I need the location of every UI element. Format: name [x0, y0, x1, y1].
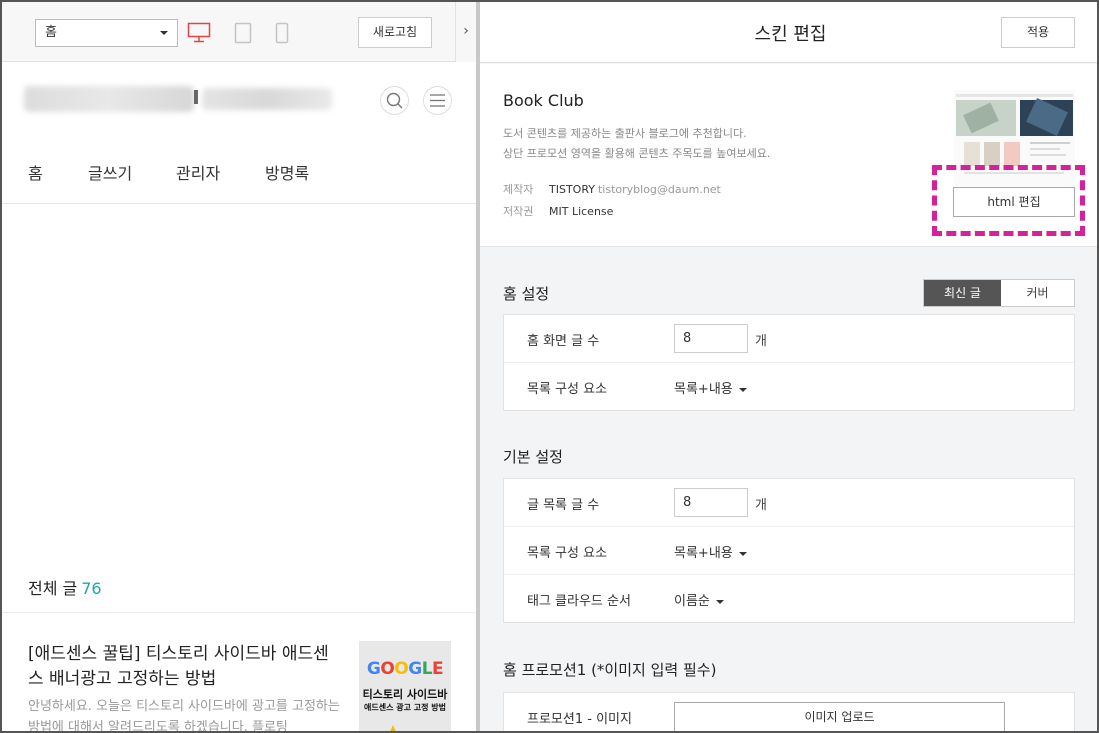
menu-button[interactable] [423, 86, 452, 115]
divider [2, 612, 476, 613]
desktop-icon[interactable] [187, 22, 211, 48]
search-icon [386, 92, 403, 109]
thumbnail-line2: 애드센스 광고 고정 방법 [364, 703, 446, 712]
skin-license: 저작권 MIT License [503, 203, 613, 219]
skin-name: Book Club [503, 91, 584, 110]
page-select[interactable]: 홈 [35, 19, 178, 47]
blurred-blog-title-mark [194, 90, 198, 104]
list-layout-dropdown[interactable]: 목록+내용 [674, 542, 747, 561]
chevron-down-icon [160, 31, 168, 35]
home-post-count-input[interactable]: 8 [674, 324, 748, 353]
tag-cloud-order-dropdown[interactable]: 이름순 [674, 590, 724, 609]
skin-maker-name: TISTORY [549, 183, 595, 196]
nav-home[interactable]: 홈 [28, 160, 43, 184]
caret-down-icon [738, 551, 747, 556]
apply-button[interactable]: 적용 [1001, 17, 1075, 48]
home-post-count-row: 홈 화면 글 수 8 개 [504, 315, 1074, 363]
skin-description: 도서 콘텐츠를 제공하는 출판사 블로그에 추천합니다. 상단 프로모션 영역을… [503, 124, 770, 164]
tag-cloud-order-row: 태그 클라우드 순서 이름순 [504, 575, 1074, 623]
image-upload-button[interactable]: 이미지 업로드 [674, 702, 1005, 731]
list-post-count-unit: 개 [755, 498, 767, 513]
blog-nav: 홈 글쓰기 관리자 방명록 [2, 152, 476, 204]
collapse-pane-button[interactable]: › [455, 2, 476, 62]
promotion1-image-row: 프로모션1 - 이미지 이미지 업로드 [504, 693, 1074, 731]
tag-cloud-order-label: 태그 클라우드 순서 [527, 594, 631, 609]
nav-admin[interactable]: 관리자 [176, 160, 220, 184]
home-settings-title: 홈 설정 [503, 285, 550, 303]
home-list-layout-label: 목록 구성 요소 [527, 382, 608, 397]
home-list-layout-value: 목록+내용 [674, 382, 733, 397]
post-title[interactable]: [애드센스 꿀팁] 티스토리 사이드바 애드센스 배너광고 고정하는 방법 [28, 642, 340, 692]
editor-header: 스킨 편집 적용 [480, 2, 1097, 63]
caret-down-icon [715, 599, 724, 604]
list-post-count-input[interactable]: 8 [674, 488, 748, 517]
home-post-count-label: 홈 화면 글 수 [527, 334, 600, 349]
list-post-count-label: 글 목록 글 수 [527, 498, 600, 513]
blurred-blog-title [24, 86, 194, 112]
skin-desc-line1: 도서 콘텐츠를 제공하는 출판사 블로그에 추천합니다. [503, 127, 747, 140]
thumbnail-shape [387, 725, 399, 731]
home-list-layout-dropdown[interactable]: 목록+내용 [674, 378, 747, 397]
blurred-blog-subtitle [202, 88, 332, 110]
basic-settings-title: 기본 설정 [503, 448, 563, 466]
skin-maker-email: tistoryblog@daum.net [597, 183, 721, 196]
skin-maker-key: 제작자 [503, 183, 534, 196]
caret-down-icon [738, 387, 747, 392]
hamburger-menu-icon [430, 94, 445, 107]
skin-license-value: MIT License [549, 205, 614, 218]
page-select-value: 홈 [45, 25, 57, 40]
post-total: 전체 글 76 [28, 575, 102, 599]
list-layout-label: 목록 구성 요소 [527, 546, 608, 561]
list-post-count-row: 글 목록 글 수 8 개 [504, 479, 1074, 527]
home-post-count-unit: 개 [755, 334, 767, 349]
thumbnail-brand-text: GOOGLE [366, 659, 444, 679]
list-layout-row: 목록 구성 요소 목록+내용 [504, 527, 1074, 575]
skin-info: Book Club 도서 콘텐츠를 제공하는 출판사 블로그에 추천합니다. 상… [480, 64, 1097, 247]
refresh-button[interactable]: 새로고침 [358, 17, 432, 48]
home-mode-tabs: 최신 글 커버 [923, 279, 1075, 307]
tablet-icon[interactable] [234, 22, 252, 48]
home-list-layout-row: 목록 구성 요소 목록+내용 [504, 363, 1074, 411]
post-total-label: 전체 글 [28, 579, 78, 598]
promotion1-image-label: 프로모션1 - 이미지 [527, 712, 632, 727]
tab-cover[interactable]: 커버 [1001, 280, 1074, 306]
post-total-count: 76 [81, 579, 102, 598]
skin-editor-pane: 스킨 편집 적용 Book Club 도서 콘텐츠를 제공하는 출판사 블로그에… [480, 2, 1097, 731]
highlight-box [932, 165, 1085, 236]
list-layout-value: 목록+내용 [674, 546, 733, 561]
skin-desc-line2: 상단 프로모션 영역을 활용해 콘텐츠 주목도를 높여보세요. [503, 147, 771, 160]
nav-guestbook[interactable]: 방명록 [265, 160, 309, 184]
thumbnail-line1: 티스토리 사이드바 [362, 688, 448, 701]
preview-toolbar: 홈 새로고침 [2, 2, 476, 62]
mobile-icon[interactable] [275, 22, 289, 48]
skin-license-key: 저작권 [503, 205, 534, 218]
post-thumbnail[interactable]: GOOGLE 티스토리 사이드바 애드센스 광고 고정 방법 [359, 641, 451, 731]
app-frame: 홈 새로고침 › 홈 글쓰기 관리자 방명록 전체 글 76 [애드센스 꿀팁]… [0, 0, 1099, 733]
home-settings-card: 홈 화면 글 수 8 개 목록 구성 요소 목록+내용 [503, 314, 1075, 411]
skin-maker: 제작자 TISTORY tistoryblog@daum.net [503, 181, 721, 197]
search-button[interactable] [380, 86, 409, 115]
nav-write[interactable]: 글쓰기 [88, 160, 132, 184]
tag-cloud-order-value: 이름순 [674, 594, 710, 609]
post-excerpt: 안녕하세요. 오늘은 티스토리 사이드바에 광고를 고정하는 방법에 대해서 알… [28, 699, 340, 733]
tab-latest-posts[interactable]: 최신 글 [924, 280, 1001, 306]
preview-pane: 홈 새로고침 › 홈 글쓰기 관리자 방명록 전체 글 76 [애드센스 꿀팁]… [2, 2, 476, 733]
promotion1-card: 프로모션1 - 이미지 이미지 업로드 [503, 692, 1075, 731]
basic-settings-card: 글 목록 글 수 8 개 목록 구성 요소 목록+내용 태그 클라우드 순서 이… [503, 478, 1075, 623]
promotion1-title: 홈 프로모션1 (*이미지 입력 필수) [503, 661, 717, 679]
